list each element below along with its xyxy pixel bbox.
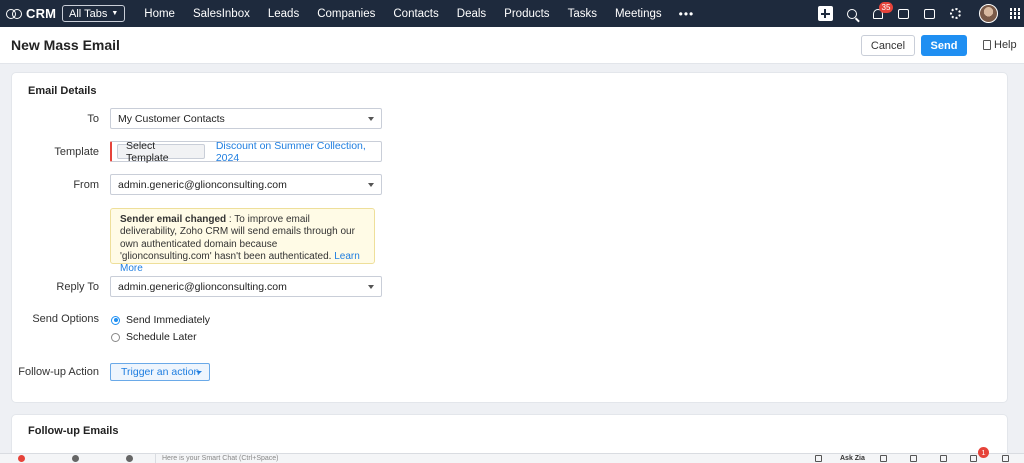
trigger-action-label: Trigger an action xyxy=(121,366,200,378)
send-options-label: Send Options xyxy=(32,313,99,325)
nav-tab-deals[interactable]: Deals xyxy=(448,8,495,20)
nav-tab-tasks[interactable]: Tasks xyxy=(559,8,606,20)
chevron-down-icon xyxy=(368,117,374,121)
followup-emails-title: Follow-up Emails xyxy=(28,425,119,437)
sender-email-notice: Sender email changed : To improve email … xyxy=(110,208,375,274)
send-immediately-option[interactable]: Send Immediately xyxy=(111,314,210,326)
all-tabs-dropdown[interactable]: All Tabs ▼ xyxy=(62,5,126,22)
chevron-down-icon xyxy=(368,183,374,187)
alert-count-badge: 1 xyxy=(978,447,989,458)
call-icon[interactable] xyxy=(910,455,917,462)
select-template-button[interactable]: Select Template xyxy=(117,140,205,164)
alarm-icon[interactable] xyxy=(970,455,977,462)
schedule-later-label: Schedule Later xyxy=(126,331,197,343)
bottom-bar: Here is your Smart Chat (Ctrl+Space) Ask… xyxy=(0,447,1024,463)
from-select[interactable]: admin.generic@glionconsulting.com xyxy=(110,174,382,195)
help-link[interactable]: Help xyxy=(983,39,1017,51)
from-label: From xyxy=(73,179,99,191)
expand-icon[interactable] xyxy=(1002,455,1009,462)
nav-tab-companies[interactable]: Companies xyxy=(308,8,384,20)
reply-to-select[interactable]: admin.generic@glionconsulting.com xyxy=(110,276,382,297)
followup-emails-card: Follow-up Emails xyxy=(11,414,1008,454)
nav-tab-contacts[interactable]: Contacts xyxy=(384,8,447,20)
contacts-icon[interactable] xyxy=(72,455,79,462)
ask-zia-button[interactable]: Ask Zia xyxy=(840,454,865,463)
app-name: CRM xyxy=(26,6,57,21)
crm-logo[interactable]: CRM xyxy=(0,6,58,21)
nav-tabs: Home SalesInbox Leads Companies Contacts… xyxy=(135,7,702,21)
calendar-icon xyxy=(898,8,909,19)
notice-title: Sender email changed xyxy=(120,214,227,225)
send-immediately-label: Send Immediately xyxy=(126,314,211,326)
email-details-title: Email Details xyxy=(28,85,97,97)
nav-tab-products[interactable]: Products xyxy=(495,8,558,20)
to-label: To xyxy=(87,113,99,125)
schedule-later-option[interactable]: Schedule Later xyxy=(111,331,197,343)
app-grid-icon[interactable] xyxy=(1009,8,1020,19)
top-navigation-bar: CRM All Tabs ▼ Home SalesInbox Leads Com… xyxy=(0,0,1024,27)
email-details-card: Email Details To My Customer Contacts Te… xyxy=(11,72,1008,403)
chevron-down-icon xyxy=(196,371,202,374)
marketplace-icon xyxy=(924,8,935,19)
template-label: Template xyxy=(54,146,99,158)
crm-logo-icon xyxy=(6,8,22,19)
gear-icon xyxy=(950,8,961,19)
reply-to-value: admin.generic@glionconsulting.com xyxy=(118,280,287,293)
cancel-button[interactable]: Cancel xyxy=(861,35,915,56)
to-value: My Customer Contacts xyxy=(118,112,225,125)
nav-tab-salesinbox[interactable]: SalesInbox xyxy=(184,8,259,20)
smart-chat-input[interactable]: Here is your Smart Chat (Ctrl+Space) xyxy=(155,454,805,463)
nav-tab-meetings[interactable]: Meetings xyxy=(606,8,671,20)
settings-button[interactable] xyxy=(943,0,969,27)
chat-icon[interactable] xyxy=(880,455,887,462)
to-select[interactable]: My Customer Contacts xyxy=(110,108,382,129)
nav-tab-home[interactable]: Home xyxy=(135,8,184,20)
trigger-action-dropdown[interactable]: Trigger an action xyxy=(110,363,210,381)
more-tabs-button[interactable]: ••• xyxy=(671,7,703,21)
nav-tab-leads[interactable]: Leads xyxy=(259,8,308,20)
announcement-icon[interactable] xyxy=(815,455,822,462)
search-icon xyxy=(846,8,857,19)
caret-down-icon: ▼ xyxy=(111,10,119,17)
zoho-icon[interactable] xyxy=(940,455,947,462)
template-field: Select Template Discount on Summer Colle… xyxy=(110,140,382,164)
notifications-button[interactable]: 35 xyxy=(865,0,894,27)
chevron-down-icon xyxy=(368,285,374,289)
all-tabs-label: All Tabs xyxy=(69,7,108,20)
reply-to-label: Reply To xyxy=(56,281,99,293)
radio-selected-icon[interactable] xyxy=(111,315,120,325)
create-plus-icon[interactable] xyxy=(817,6,833,21)
zia-icon[interactable] xyxy=(18,455,25,462)
page-title: New Mass Email xyxy=(11,37,120,53)
radio-unselected-icon[interactable] xyxy=(111,332,120,342)
user-avatar[interactable] xyxy=(978,4,998,23)
selected-template-link[interactable]: Discount on Summer Collection, 2024 xyxy=(216,140,381,164)
help-label: Help xyxy=(994,39,1017,51)
user-icon[interactable] xyxy=(126,455,133,462)
calendar-button[interactable] xyxy=(891,0,917,27)
nav-right-tools: 35 xyxy=(812,0,1024,27)
marketplace-button[interactable] xyxy=(917,0,943,27)
search-button[interactable] xyxy=(839,0,865,27)
send-button[interactable]: Send xyxy=(921,35,967,56)
followup-action-label: Follow-up Action xyxy=(18,366,99,378)
help-book-icon xyxy=(983,40,991,50)
from-value: admin.generic@glionconsulting.com xyxy=(118,178,287,191)
